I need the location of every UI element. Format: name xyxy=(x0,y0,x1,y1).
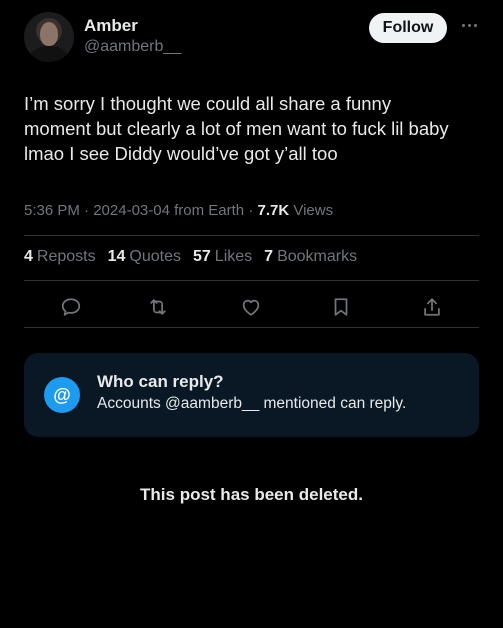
bookmarks-stat[interactable]: 7 Bookmarks xyxy=(264,248,357,266)
repost-icon[interactable] xyxy=(143,292,173,322)
reply-restriction-description: Accounts @aamberb__ mentioned can reply. xyxy=(97,395,407,412)
bookmark-icon[interactable] xyxy=(326,292,356,322)
avatar[interactable] xyxy=(24,12,74,62)
tweet-line: I’m sorry I thought we could all share a… xyxy=(24,93,392,114)
author-name[interactable]: Amber xyxy=(84,16,138,36)
more-horizontal-icon[interactable] xyxy=(458,18,480,32)
reply-icon[interactable] xyxy=(56,292,86,322)
share-icon[interactable] xyxy=(417,292,447,322)
author-handle[interactable]: @aamberb__ xyxy=(84,38,181,56)
at-sign-icon: @ xyxy=(44,377,80,413)
reposts-stat[interactable]: 4 Reposts xyxy=(24,248,96,266)
post-header: Amber @aamberb__ Follow xyxy=(24,10,479,66)
deleted-notice: This post has been deleted. xyxy=(140,485,363,504)
tweet-line: moment but clearly a lot of men want to … xyxy=(24,118,449,139)
views-label: Views xyxy=(293,202,334,219)
divider xyxy=(24,327,479,328)
avatar-shoulders xyxy=(30,46,68,62)
divider xyxy=(24,235,479,236)
follow-button[interactable]: Follow xyxy=(369,13,447,43)
views-count: 7.7K xyxy=(257,202,290,219)
like-icon[interactable] xyxy=(236,292,266,322)
tweet-date[interactable]: 2024-03-04 xyxy=(93,202,170,219)
likes-stat[interactable]: 57 Likes xyxy=(193,248,252,266)
action-bar xyxy=(24,292,479,324)
divider xyxy=(24,280,479,281)
reply-restriction-card: @ Who can reply? Accounts @aamberb__ men… xyxy=(24,353,479,437)
avatar-face xyxy=(40,22,58,46)
tweet-text: I’m sorry I thought we could all share a… xyxy=(24,91,484,166)
engagement-stats: 4 Reposts 14 Quotes 57 Likes 7 Bookmarks xyxy=(24,248,357,266)
tweet-source: from Earth xyxy=(174,202,245,219)
tweet-time[interactable]: 5:36 PM xyxy=(24,202,80,219)
reply-restriction-title: Who can reply? xyxy=(97,372,224,391)
tweet-line: lmao I see Diddy would’ve got y’all too xyxy=(24,143,338,164)
tweet-meta: 5:36 PM · 2024-03-04 from Earth · 7.7K V… xyxy=(24,202,334,219)
quotes-stat[interactable]: 14 Quotes xyxy=(108,248,181,266)
